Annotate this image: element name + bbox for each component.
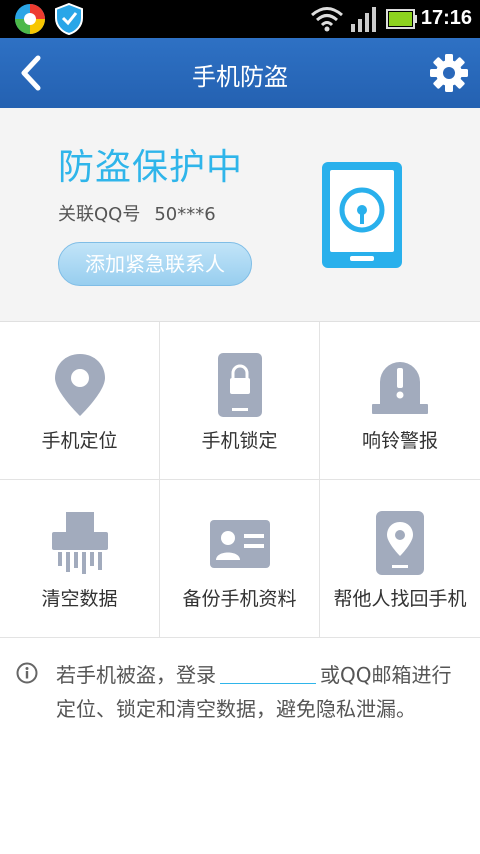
protection-status-panel: 防盗保护中 关联QQ号 50***6 添加紧急联系人 [0, 108, 480, 322]
feature-label: 手机定位 [41, 430, 118, 452]
login-link[interactable] [220, 660, 316, 684]
feature-ring-alarm[interactable]: 响铃警报 [320, 322, 480, 480]
page-title: 手机防盗 [192, 63, 288, 91]
info-icon [16, 662, 38, 684]
feature-label: 帮他人找回手机 [333, 588, 467, 610]
phone-location-icon [376, 511, 424, 575]
add-emergency-contact-button[interactable]: 添加紧急联系人 [58, 242, 252, 286]
feature-backup-data[interactable]: 备份手机资料 [160, 480, 320, 638]
location-pin-icon [54, 354, 105, 416]
alarm-bell-icon [372, 362, 428, 414]
feature-label: 响铃警报 [361, 430, 438, 452]
feature-label: 备份手机资料 [182, 588, 297, 610]
info-section: 若手机被盗，登录 或QQ邮箱进行定位、锁定和清空数据，避免隐私泄漏。 [0, 638, 480, 854]
signal-icon [351, 7, 376, 32]
shield-app-icon [55, 3, 83, 35]
status-bar: 17:16 [0, 0, 480, 38]
contact-card-icon [209, 520, 270, 568]
feature-wipe-data[interactable]: 清空数据 [0, 480, 160, 638]
linked-qq-label: 关联QQ号 [58, 204, 141, 225]
phone-lock-icon [217, 353, 262, 417]
feature-grid: 手机定位 手机锁定 响铃警报 清空数据 备份手机资料 帮他人找回手机 [0, 322, 480, 638]
status-time: 17:16 [420, 7, 472, 29]
title-bar: 手机防盗 [0, 38, 480, 108]
info-text-before-link: 若手机被盗，登录 [56, 663, 216, 687]
feature-phone-location[interactable]: 手机定位 [0, 322, 160, 480]
colorful-app-icon [15, 4, 45, 34]
shredder-icon [51, 512, 108, 574]
feature-phone-lock[interactable]: 手机锁定 [160, 322, 320, 480]
linked-qq-row: 关联QQ号 50***6 [58, 200, 216, 226]
protection-status-text: 防盗保护中 [58, 147, 244, 188]
battery-icon [386, 9, 417, 29]
feature-help-others-find-phone[interactable]: 帮他人找回手机 [320, 480, 480, 638]
gear-icon[interactable] [428, 52, 470, 94]
feature-label: 手机锁定 [201, 430, 278, 452]
info-text: 若手机被盗，登录 或QQ邮箱进行定位、锁定和清空数据，避免隐私泄漏。 [56, 658, 460, 726]
feature-label: 清空数据 [41, 588, 118, 610]
protected-phone-icon [322, 162, 402, 268]
wifi-icon [311, 7, 343, 32]
linked-qq-number: 50***6 [154, 204, 216, 225]
